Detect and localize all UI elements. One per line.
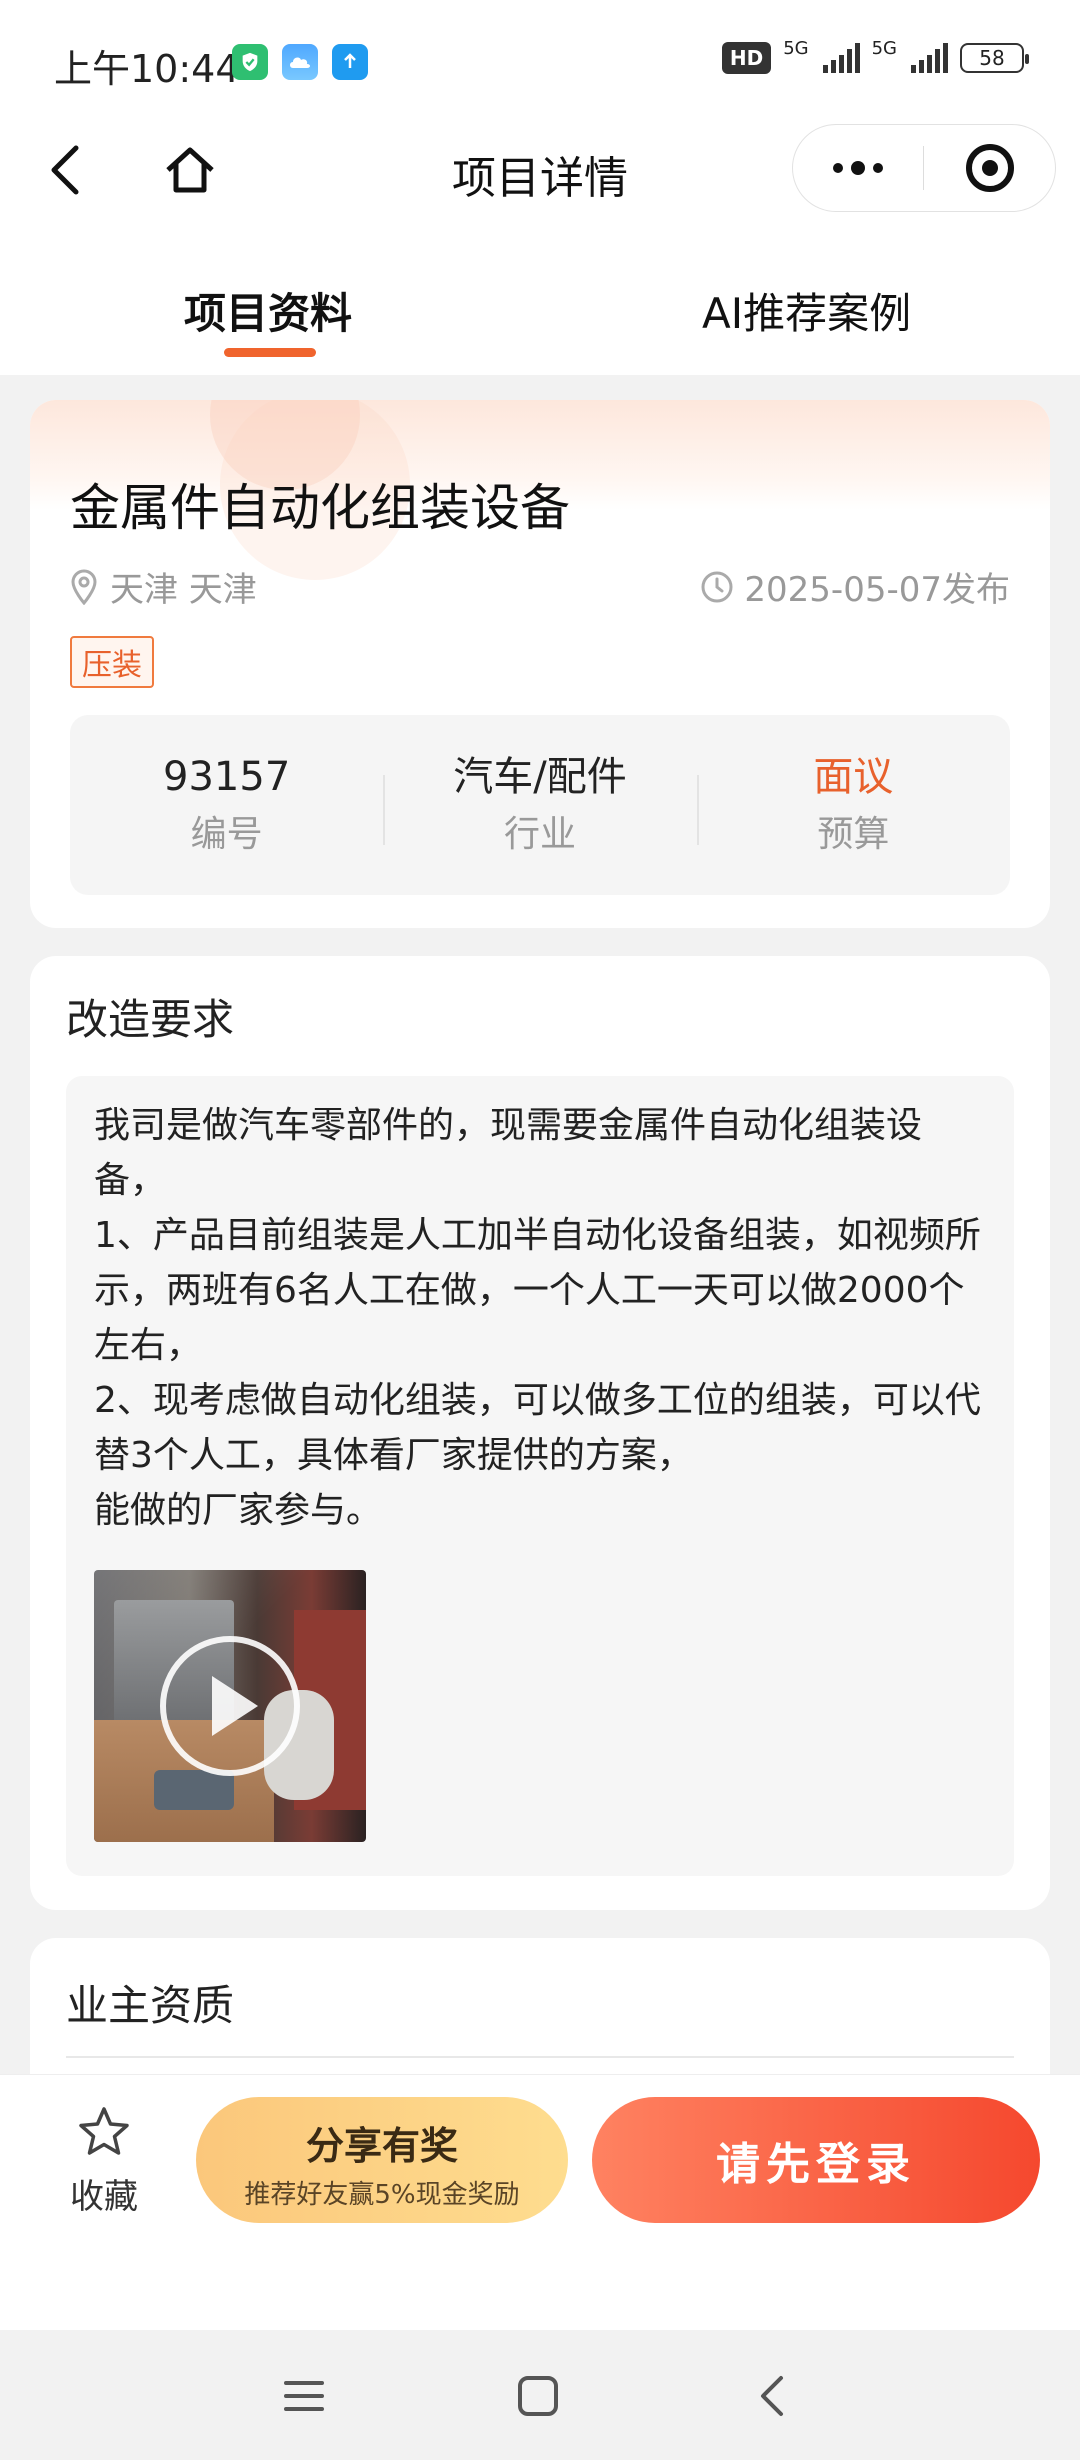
project-location: 天津 天津 — [70, 562, 257, 611]
video-thumbnail[interactable] — [94, 1570, 366, 1842]
requirements-card: 改造要求 我司是做汽车零部件的，现需要金属件自动化组装设备， 1、产品目前组装是… — [30, 956, 1050, 1910]
stat-value: 93157 — [163, 754, 291, 800]
menu-icon — [284, 2381, 324, 2411]
clock-icon — [701, 571, 733, 602]
upload-icon — [332, 44, 368, 80]
cloud-icon — [282, 44, 318, 80]
section-title: 改造要求 — [66, 995, 235, 1044]
stat-label: 行业 — [503, 814, 576, 855]
login-button[interactable]: 请先登录 — [592, 2097, 1040, 2223]
stat-budget: 面议 预算 — [696, 747, 1010, 863]
status-notification-icons — [232, 44, 368, 80]
status-time: 上午10:44 — [54, 47, 240, 91]
target-icon — [965, 144, 1014, 192]
category-tag: 压装 — [70, 636, 154, 688]
shield-icon — [232, 44, 268, 80]
requirements-text: 我司是做汽车零部件的，现需要金属件自动化组装设备， 1、产品目前组装是人工加半自… — [94, 1105, 981, 1531]
network-type-1: 5G — [783, 37, 809, 59]
system-back-button[interactable] — [742, 2366, 802, 2426]
hd-badge: HD — [721, 42, 772, 74]
more-button[interactable] — [793, 125, 923, 211]
favorite-label: 收藏 — [70, 2177, 138, 2217]
requirements-box: 我司是做汽车零部件的，现需要金属件自动化组装设备， 1、产品目前组装是人工加半自… — [66, 1076, 1014, 1876]
chevron-left-icon — [761, 2376, 783, 2416]
recent-apps-button[interactable] — [274, 2366, 334, 2426]
share-subtitle: 推荐好友赢5%现金奖励 — [244, 2180, 520, 2210]
location-pin-icon — [71, 569, 97, 605]
stat-label: 编号 — [190, 814, 263, 855]
publish-date-text: 2025-05-07发布 — [744, 570, 1010, 610]
location-text: 天津 天津 — [110, 570, 257, 610]
bottom-action-bar: 收藏 分享有奖 推荐好友赢5%现金奖励 请先登录 — [0, 2074, 1080, 2330]
status-system-icons: HD 5G 5G 58 — [721, 38, 1029, 74]
more-icon-dot — [851, 161, 865, 175]
more-icon — [833, 163, 843, 173]
project-publish-date: 2025-05-07发布 — [700, 562, 1010, 611]
share-reward-button[interactable]: 分享有奖 推荐好友赢5%现金奖励 — [196, 2097, 568, 2223]
nav-header: 项目详情 — [0, 100, 1080, 240]
battery-level: 58 — [979, 46, 1005, 70]
signal-icon — [822, 43, 860, 73]
play-icon[interactable] — [160, 1636, 300, 1776]
more-icon-dot — [873, 163, 883, 173]
project-meta: 天津 天津 2025-05-07发布 — [70, 562, 1010, 610]
mini-program-capsule — [792, 124, 1056, 212]
stat-number: 93157 编号 — [70, 747, 383, 863]
project-title: 金属件自动化组装设备 — [70, 479, 570, 537]
tab-ai-cases[interactable]: AI推荐案例 — [702, 280, 911, 341]
signal-icon — [911, 43, 948, 73]
tab-project-info[interactable]: 项目资料 — [184, 280, 352, 341]
stat-value: 汽车/配件 — [453, 754, 627, 800]
video-frame-shape — [154, 1770, 234, 1810]
active-tab-indicator — [224, 348, 316, 357]
system-home-button[interactable] — [508, 2366, 568, 2426]
section-title: 业主资质 — [66, 1981, 235, 2030]
close-mini-program-button[interactable] — [924, 125, 1055, 211]
star-icon — [79, 2107, 129, 2155]
project-stats: 93157 编号 汽车/配件 行业 面议 预算 — [70, 715, 1010, 895]
stat-value: 面议 — [813, 754, 894, 800]
battery-icon: 58 — [960, 43, 1029, 73]
favorite-button[interactable]: 收藏 — [64, 2105, 144, 2218]
system-nav-bar — [0, 2330, 1080, 2460]
page: 上午10:44 HD 5G 5G 58 项目详情 项目资料 AI推荐案例 金属件… — [0, 0, 1080, 2460]
project-summary-card: 金属件自动化组装设备 天津 天津 2025-05-07发布 压装 93157 编… — [30, 400, 1050, 928]
stat-label: 预算 — [817, 814, 890, 855]
tab-bar: 项目资料 AI推荐案例 — [0, 240, 1080, 375]
share-title: 分享有奖 — [305, 2124, 458, 2168]
network-type-2: 5G — [871, 37, 897, 59]
square-icon — [518, 2376, 558, 2416]
divider — [66, 2056, 1014, 2058]
stat-industry: 汽车/配件 行业 — [383, 747, 696, 863]
